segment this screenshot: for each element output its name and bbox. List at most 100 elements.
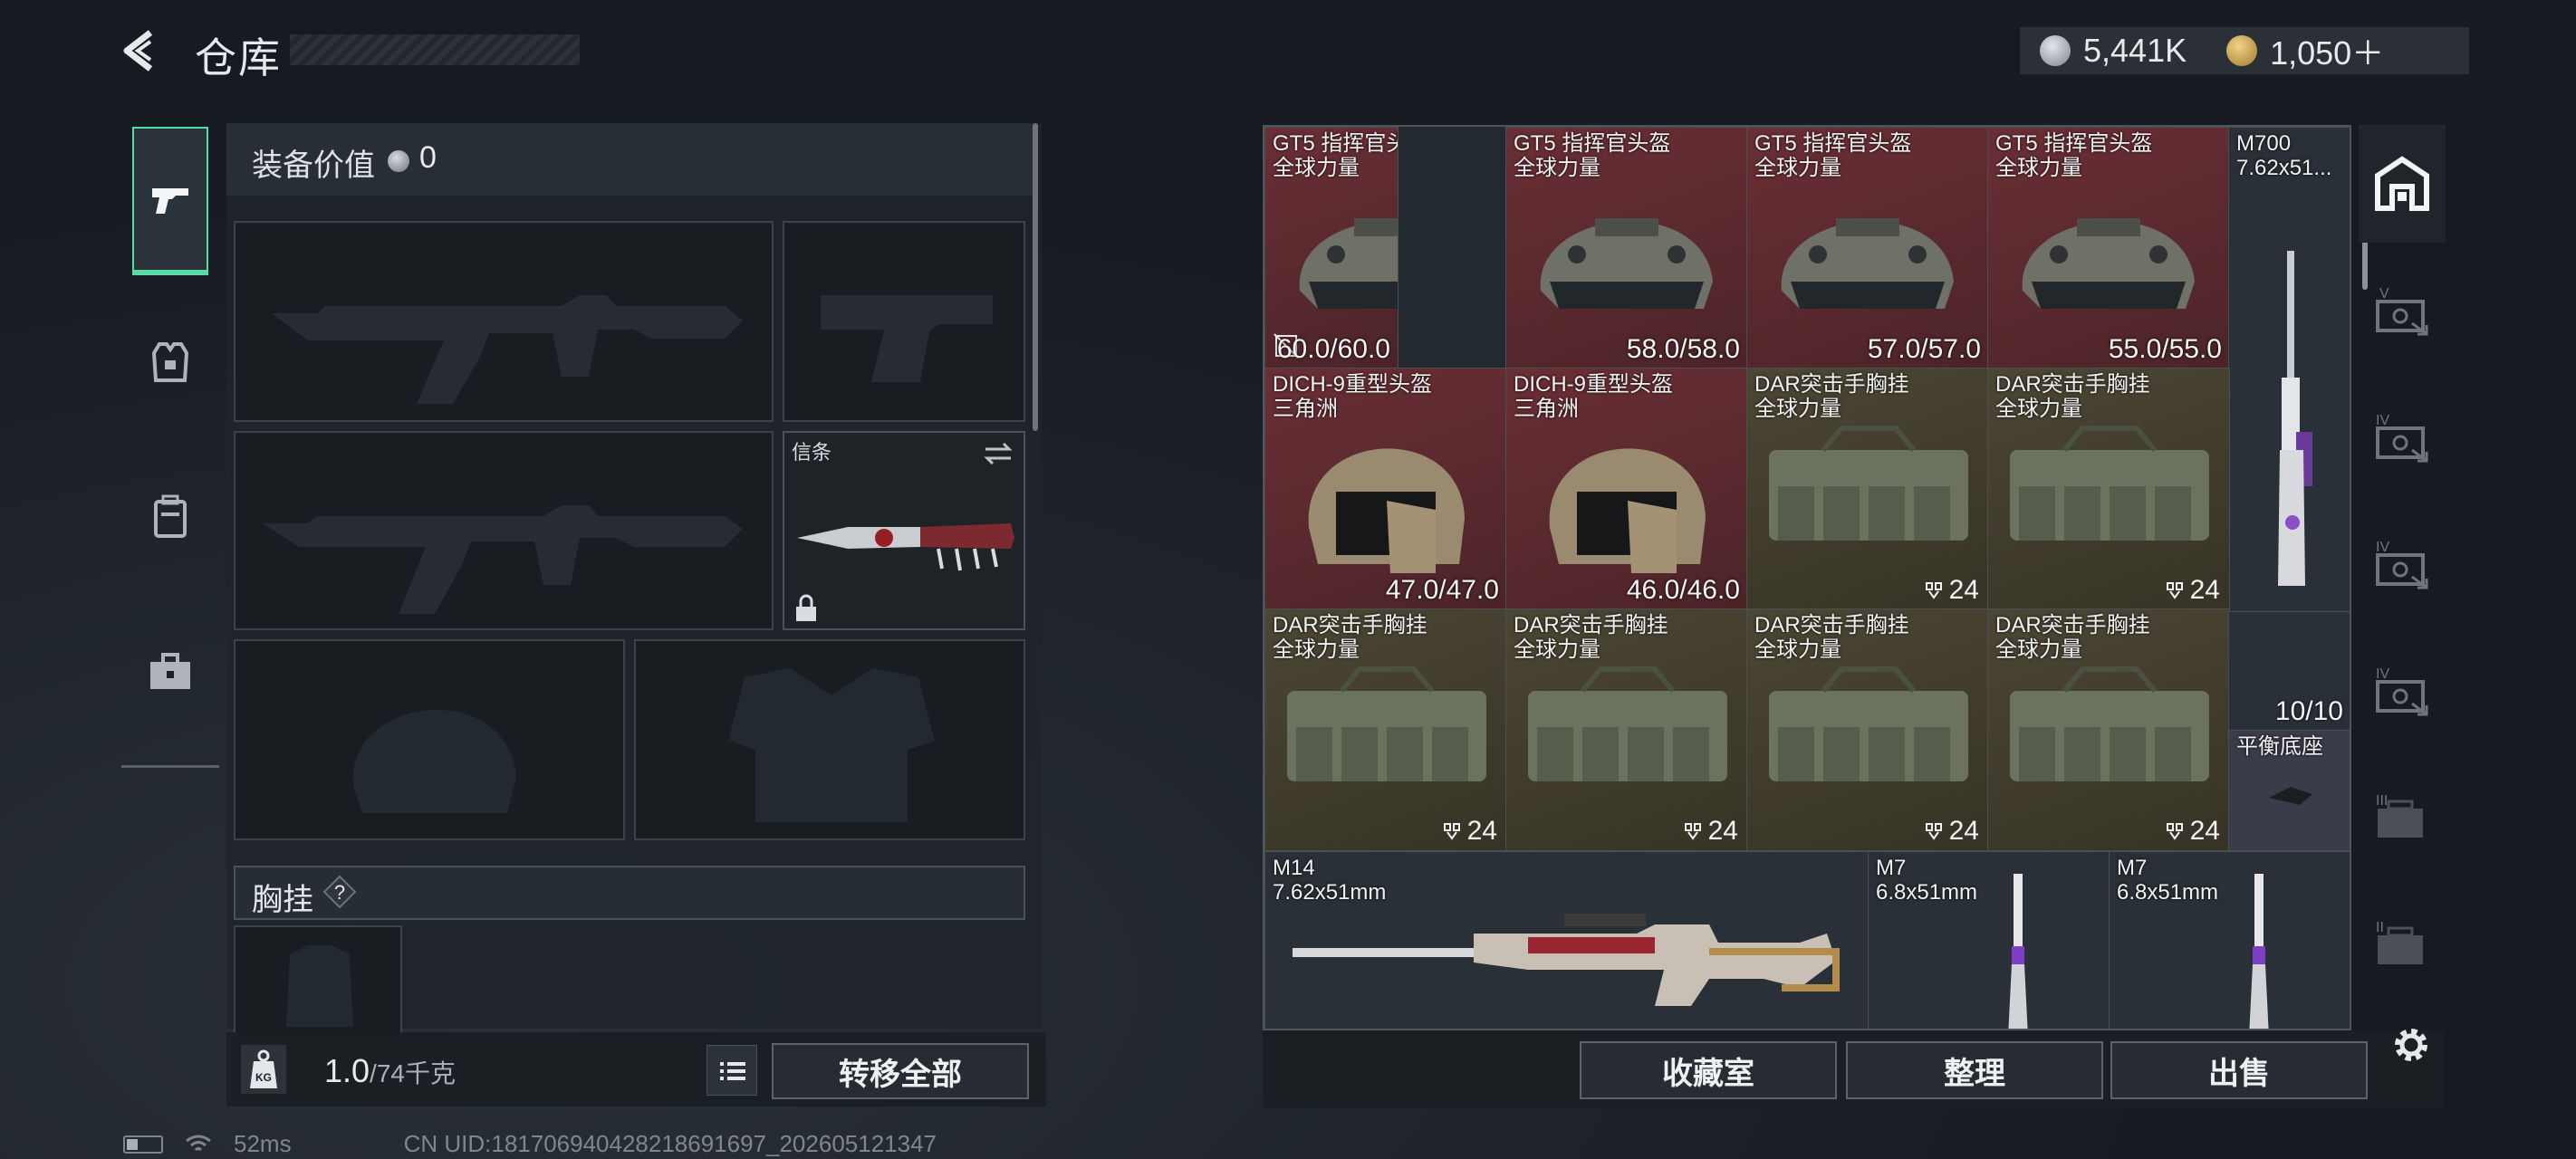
inventory-item[interactable]: DAR突击手胸挂 全球力量 24: [1987, 608, 2230, 851]
inventory-item-m700[interactable]: M700 7.62x51...: [2228, 127, 2350, 612]
item-name: DICH-9重型头盔 三角洲: [1273, 372, 1433, 421]
item-durability: 57.0/57.0: [1867, 334, 1981, 364]
inventory-item[interactable]: DAR突击手胸挂 全球力量 24: [1987, 368, 2230, 610]
inventory-item[interactable]: DICH-9重型头盔 三角洲 46.0/46.0: [1505, 368, 1748, 610]
sell-button[interactable]: 出售: [2110, 1041, 2368, 1099]
body-armor-slot[interactable]: [634, 639, 1025, 840]
knife-icon: [797, 523, 1014, 571]
tier-iv-case-icon: IV: [2376, 540, 2428, 589]
gear-icon[interactable]: [2388, 1021, 2435, 1068]
item-name: GT5 指挥官头盔全球力量: [1273, 131, 1398, 180]
chest-rig-slot[interactable]: [234, 925, 402, 1032]
gt5-helmet-icon: [1781, 218, 1954, 309]
svg-text:III: III: [2376, 793, 2388, 809]
battery-icon: [123, 1135, 163, 1154]
storage-icon: [2375, 156, 2429, 211]
tab-storage[interactable]: [2359, 125, 2446, 243]
svg-text:IV: IV: [2376, 666, 2389, 682]
inventory-item-m7[interactable]: M7 6.8x51mm: [2109, 851, 2350, 1029]
tab-case-ii[interactable]: II: [2359, 886, 2446, 1003]
inventory-item[interactable]: DAR突击手胸挂 全球力量 24: [1746, 608, 1989, 851]
weight-readout: 1.0/74千克: [324, 1052, 456, 1090]
primary-weapon-slot[interactable]: [234, 221, 774, 422]
equipment-scrollbar[interactable]: [1033, 123, 1038, 431]
ammo-round-icon: [2008, 874, 2028, 1029]
inventory-item[interactable]: GT5 指挥官头盔全球力量 60.0/60.0: [1264, 127, 1399, 369]
tab-case-iv[interactable]: IV: [2359, 378, 2446, 496]
chest-rig-icon: [2010, 666, 2209, 781]
inventory-item[interactable]: DICH-9重型头盔 三角洲 47.0/47.0: [1264, 368, 1507, 610]
chest-rig-icon: [1287, 666, 1486, 781]
tab-case-iv[interactable]: IV: [2359, 632, 2446, 750]
item-durability: 46.0/46.0: [1626, 575, 1740, 605]
inventory-item[interactable]: GT5 指挥官头盔 全球力量 55.0/55.0: [1987, 127, 2230, 369]
item-name: DAR突击手胸挂 全球力量: [1754, 372, 1909, 421]
inventory-item[interactable]: DAR突击手胸挂 全球力量 24: [1264, 608, 1507, 851]
inventory-item-ammo[interactable]: 10/10: [2228, 612, 2350, 732]
item-durability: 58.0/58.0: [1626, 334, 1740, 364]
secondary-weapon-slot[interactable]: [234, 431, 774, 630]
inventory-item-m14[interactable]: M14 7.62x51mm: [1264, 851, 1870, 1029]
svg-text:II: II: [2376, 920, 2384, 935]
helmet-slot[interactable]: [234, 639, 625, 840]
item-capacity: 24: [2165, 575, 2220, 606]
list-view-button[interactable]: [706, 1045, 757, 1096]
inventory-item[interactable]: DAR突击手胸挂 全球力量 24: [1746, 368, 1989, 610]
nav-armor[interactable]: [132, 324, 208, 400]
page-title: 仓库: [195, 34, 282, 81]
tab-case-v[interactable]: V: [2359, 252, 2446, 369]
inventory-item-m7[interactable]: M7 6.8x51mm: [1868, 851, 2110, 1029]
pistol-silhouette-icon: [821, 295, 993, 382]
rig-silhouette-icon: [286, 945, 353, 1027]
sniper-rifle-icon: [2278, 251, 2312, 586]
help-icon[interactable]: ?: [322, 875, 357, 909]
svg-text:IV: IV: [2376, 540, 2389, 555]
chest-rig-label: 胸挂: [252, 883, 313, 917]
sidearm-slot[interactable]: [783, 221, 1025, 422]
item-capacity: 24: [1924, 575, 1979, 606]
collection-room-button[interactable]: 收藏室: [1580, 1041, 1837, 1099]
item-name: DAR突击手胸挂 全球力量: [1273, 613, 1427, 662]
inventory-item-balance-base[interactable]: 平衡底座: [2228, 730, 2350, 851]
nav-backpack[interactable]: [132, 478, 208, 554]
nav-weapon[interactable]: [132, 127, 208, 275]
weight-icon: KG: [241, 1045, 286, 1094]
gt5-helmet-icon: [2022, 218, 2195, 309]
back-arrow-icon[interactable]: [118, 27, 165, 74]
gt5-helmet-icon: [1299, 218, 1398, 309]
tab-case-iv[interactable]: IV: [2359, 505, 2446, 623]
item-durability: 47.0/47.0: [1385, 575, 1499, 605]
capacity-icon: [1684, 823, 1701, 840]
item-durability: 60.0/60.0: [1276, 334, 1390, 364]
melee-slot[interactable]: 信条: [783, 431, 1025, 630]
list-icon: [720, 1062, 745, 1080]
item-capacity: 24: [2165, 816, 2220, 847]
equipment-value: 0: [419, 140, 437, 175]
rifle-silhouette-icon: [272, 295, 743, 404]
inventory-item[interactable]: GT5 指挥官头盔 全球力量 58.0/58.0: [1505, 127, 1748, 369]
item-name: M700 7.62x51...: [2236, 131, 2332, 180]
gold-coin-icon: [2226, 35, 2258, 66]
gold-currency-value[interactable]: 1,050＋: [2270, 27, 2384, 74]
status-bar: 52ms CN UID:181706940428218691697_202605…: [123, 1130, 937, 1158]
inventory-item[interactable]: DAR突击手胸挂 全球力量 24: [1505, 608, 1748, 851]
capacity-icon: [1443, 823, 1460, 840]
transfer-all-button[interactable]: 转移全部: [772, 1043, 1029, 1099]
lock-icon: [796, 594, 816, 621]
briefcase-icon: [150, 653, 190, 689]
tab-case-iii[interactable]: III: [2359, 759, 2446, 876]
item-name: DICH-9重型头盔 三角洲: [1514, 372, 1674, 421]
weight-current: 1.0: [324, 1052, 370, 1089]
dich9-helmet-icon: [1308, 448, 1465, 573]
ammo-count: 10/10: [2274, 696, 2343, 726]
organize-button[interactable]: 整理: [1846, 1041, 2103, 1099]
nav-case[interactable]: [132, 634, 208, 710]
chest-rig-icon: [1528, 666, 1727, 781]
rifle-silhouette-icon: [263, 505, 743, 614]
svg-text:V: V: [2379, 286, 2389, 302]
ping-value: 52ms: [234, 1130, 292, 1157]
helmet-silhouette-icon: [352, 709, 516, 813]
swap-icon[interactable]: [982, 440, 1014, 467]
inventory-item[interactable]: GT5 指挥官头盔 全球力量 57.0/57.0: [1746, 127, 1989, 369]
item-name: DAR突击手胸挂 全球力量: [1995, 613, 2150, 662]
